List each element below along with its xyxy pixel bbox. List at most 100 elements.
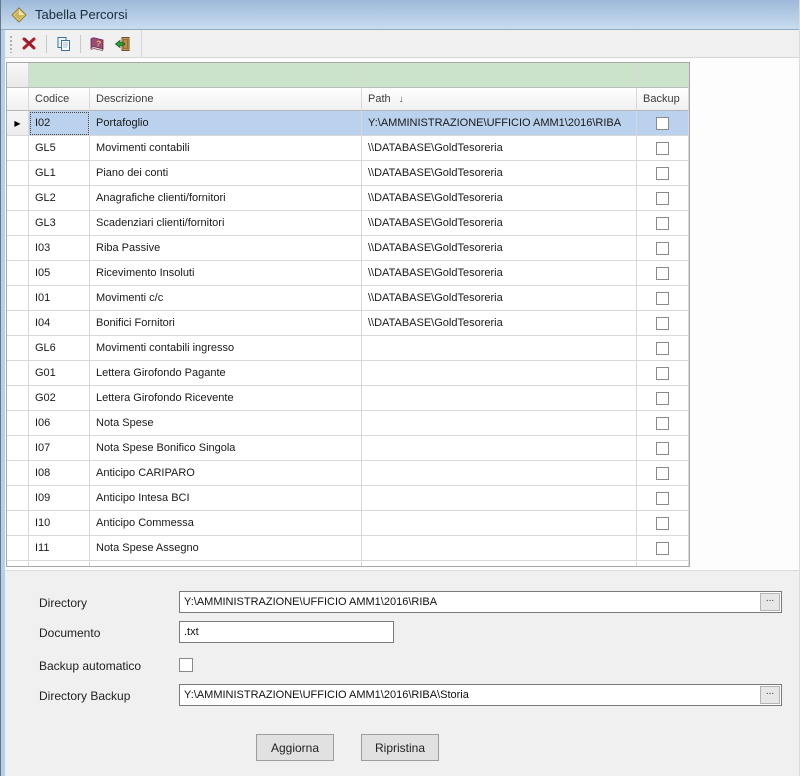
cell-path[interactable]: \\DATABASE\GoldTesoreria bbox=[362, 311, 637, 336]
cell-descrizione[interactable]: Anticipo Commessa bbox=[90, 511, 362, 536]
cell-codice[interactable]: I06 bbox=[29, 411, 90, 436]
row-selector-cell[interactable] bbox=[7, 336, 29, 361]
grid-row-G02[interactable]: G02Lettera Girofondo Ricevente bbox=[7, 386, 689, 411]
row-selector-cell[interactable] bbox=[7, 486, 29, 511]
row-selector-cell[interactable] bbox=[7, 261, 29, 286]
column-header-backup[interactable]: Backup bbox=[637, 88, 689, 111]
cell-codice[interactable]: I11 bbox=[29, 536, 90, 561]
cell-descrizione[interactable]: Lettera Girofondo Ricevente bbox=[90, 386, 362, 411]
backup-checkbox[interactable] bbox=[656, 467, 669, 480]
backup-checkbox[interactable] bbox=[656, 167, 669, 180]
exit-button[interactable] bbox=[110, 32, 135, 56]
row-selector-cell[interactable] bbox=[7, 361, 29, 386]
ripristina-button[interactable]: Ripristina bbox=[361, 734, 439, 761]
cell-codice[interactable]: I04 bbox=[29, 311, 90, 336]
cell-descrizione[interactable]: Anagrafiche clienti/fornitori bbox=[90, 186, 362, 211]
row-selector-cell[interactable] bbox=[7, 461, 29, 486]
filter-cell-descrizione[interactable] bbox=[90, 63, 362, 88]
cell-path[interactable] bbox=[362, 336, 637, 361]
grid-row-I08[interactable]: I08Anticipo CARIPARO bbox=[7, 461, 689, 486]
backup-checkbox[interactable] bbox=[656, 292, 669, 305]
filter-cell-codice[interactable] bbox=[29, 63, 90, 88]
cell-codice[interactable]: I03 bbox=[29, 236, 90, 261]
grid-row-I01[interactable]: I01Movimenti c/c\\DATABASE\GoldTesoreria bbox=[7, 286, 689, 311]
cell-descrizione[interactable]: Movimenti contabili bbox=[90, 136, 362, 161]
backup-checkbox[interactable] bbox=[656, 392, 669, 405]
backup-checkbox[interactable] bbox=[656, 192, 669, 205]
backup-checkbox[interactable] bbox=[656, 517, 669, 530]
cell-descrizione[interactable]: Scadenziari clienti/fornitori bbox=[90, 211, 362, 236]
cell-descrizione[interactable]: Nota Spese Bonifico Singola bbox=[90, 436, 362, 461]
cell-codice[interactable]: G02 bbox=[29, 386, 90, 411]
row-selector-cell[interactable] bbox=[7, 536, 29, 561]
cell-codice[interactable]: I01 bbox=[29, 286, 90, 311]
backup-checkbox[interactable] bbox=[656, 492, 669, 505]
cell-descrizione[interactable]: Riba Passive bbox=[90, 236, 362, 261]
copy-button[interactable] bbox=[51, 32, 76, 56]
grid-row-GL3[interactable]: GL3Scadenziari clienti/fornitori\\DATABA… bbox=[7, 211, 689, 236]
backup-checkbox[interactable] bbox=[656, 442, 669, 455]
cell-codice[interactable]: GL3 bbox=[29, 211, 90, 236]
grid-row-I11[interactable]: I11Nota Spese Assegno bbox=[7, 536, 689, 561]
cell-descrizione[interactable]: Movimenti c/c bbox=[90, 286, 362, 311]
cell-codice[interactable]: GL5 bbox=[29, 136, 90, 161]
row-selector-cell[interactable] bbox=[7, 136, 29, 161]
cell-path[interactable] bbox=[362, 436, 637, 461]
documento-input[interactable] bbox=[179, 621, 394, 643]
grid-row-G01[interactable]: G01Lettera Girofondo Pagante bbox=[7, 361, 689, 386]
cell-descrizione[interactable]: Anticipo Intesa BCI bbox=[90, 486, 362, 511]
current-row-marker[interactable]: ▶ bbox=[7, 111, 29, 136]
cell-path[interactable] bbox=[362, 511, 637, 536]
cell-codice[interactable]: I12 bbox=[29, 561, 90, 567]
grid-row-I07[interactable]: I07Nota Spese Bonifico Singola bbox=[7, 436, 689, 461]
row-selector-cell[interactable] bbox=[7, 411, 29, 436]
row-selector-cell[interactable] bbox=[7, 561, 29, 567]
row-selector-cell[interactable] bbox=[7, 311, 29, 336]
aggiorna-button[interactable]: Aggiorna bbox=[256, 734, 334, 761]
directory-input[interactable] bbox=[179, 591, 782, 613]
backup-checkbox[interactable] bbox=[656, 267, 669, 280]
backup-checkbox[interactable] bbox=[656, 342, 669, 355]
cell-codice[interactable]: I07 bbox=[29, 436, 90, 461]
cell-codice[interactable]: I09 bbox=[29, 486, 90, 511]
grid-row-I02[interactable]: ▶I02PortafoglioY:\AMMINISTRAZIONE\UFFICI… bbox=[7, 111, 689, 136]
cell-codice[interactable]: G01 bbox=[29, 361, 90, 386]
cell-codice[interactable]: I10 bbox=[29, 511, 90, 536]
grid-row-I06[interactable]: I06Nota Spese bbox=[7, 411, 689, 436]
cell-descrizione[interactable]: Nota Spese Assegno bbox=[90, 536, 362, 561]
cell-path[interactable]: \\DATABASE\GoldTesoreria bbox=[362, 186, 637, 211]
cell-path[interactable] bbox=[362, 386, 637, 411]
backup-checkbox[interactable] bbox=[656, 242, 669, 255]
row-selector-cell[interactable] bbox=[7, 386, 29, 411]
row-selector-cell[interactable] bbox=[7, 211, 29, 236]
grid-row-I12[interactable]: I12Nota Spese Assegno Singola bbox=[7, 561, 689, 567]
column-header-codice[interactable]: Codice bbox=[29, 88, 90, 111]
toolbar-grip[interactable] bbox=[8, 35, 13, 53]
cell-path[interactable]: \\DATABASE\GoldTesoreria bbox=[362, 211, 637, 236]
cell-path[interactable]: \\DATABASE\GoldTesoreria bbox=[362, 286, 637, 311]
directory-backup-input[interactable] bbox=[179, 684, 782, 706]
cell-path[interactable] bbox=[362, 461, 637, 486]
cell-codice[interactable]: GL6 bbox=[29, 336, 90, 361]
grid-row-GL5[interactable]: GL5Movimenti contabili\\DATABASE\GoldTes… bbox=[7, 136, 689, 161]
backup-checkbox[interactable] bbox=[656, 217, 669, 230]
backup-checkbox[interactable] bbox=[656, 542, 669, 555]
cell-path[interactable]: \\DATABASE\GoldTesoreria bbox=[362, 261, 637, 286]
filter-cell-backup[interactable] bbox=[637, 63, 689, 88]
backup-checkbox[interactable] bbox=[656, 367, 669, 380]
cell-path[interactable] bbox=[362, 561, 637, 567]
grid-row-GL2[interactable]: GL2Anagrafiche clienti/fornitori\\DATABA… bbox=[7, 186, 689, 211]
cell-path[interactable]: \\DATABASE\GoldTesoreria bbox=[362, 136, 637, 161]
backup-checkbox[interactable] bbox=[656, 567, 669, 568]
row-selector-cell[interactable] bbox=[7, 161, 29, 186]
grid-row-I09[interactable]: I09Anticipo Intesa BCI bbox=[7, 486, 689, 511]
cell-descrizione[interactable]: Lettera Girofondo Pagante bbox=[90, 361, 362, 386]
grid-row-I10[interactable]: I10Anticipo Commessa bbox=[7, 511, 689, 536]
help-button[interactable]: ? bbox=[85, 32, 110, 56]
grid-row-I03[interactable]: I03Riba Passive\\DATABASE\GoldTesoreria bbox=[7, 236, 689, 261]
cell-descrizione[interactable]: Movimenti contabili ingresso bbox=[90, 336, 362, 361]
directory-backup-browse-button[interactable]: ... bbox=[760, 686, 780, 704]
row-selector-cell[interactable] bbox=[7, 286, 29, 311]
cell-descrizione[interactable]: Portafoglio bbox=[90, 111, 362, 136]
grid-row-GL6[interactable]: GL6Movimenti contabili ingresso bbox=[7, 336, 689, 361]
